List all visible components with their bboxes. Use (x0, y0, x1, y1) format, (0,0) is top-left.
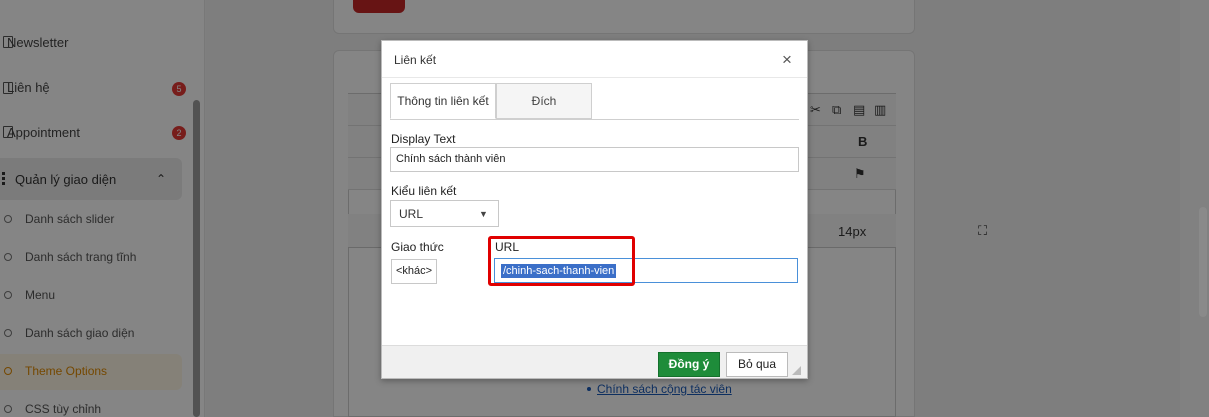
tabs-divider (390, 119, 799, 120)
tab-link-info[interactable]: Thông tin liên kết (390, 83, 496, 119)
link-type-value: URL (399, 207, 424, 221)
protocol-label: Giao thức (391, 240, 444, 254)
chevron-down-icon: ▼ (479, 209, 488, 219)
link-type-select[interactable]: URL ▼ (390, 200, 499, 227)
protocol-select[interactable]: <khác> (391, 259, 437, 284)
page-scrollbar[interactable] (1199, 207, 1207, 317)
tab-target[interactable]: Đích (496, 83, 592, 119)
display-text-field[interactable]: Chính sách thành viên (390, 147, 799, 172)
link-dialog: Liên kết × Thông tin liên kết Đích Displ… (381, 40, 808, 379)
highlight-box (488, 236, 635, 286)
close-icon[interactable]: × (782, 50, 792, 70)
resize-handle-icon[interactable] (792, 366, 801, 375)
dialog-footer: Đồng ý Bỏ qua (382, 345, 807, 378)
cancel-button[interactable]: Bỏ qua (726, 352, 788, 377)
link-type-label: Kiểu liên kết (391, 184, 457, 198)
dialog-header-divider (382, 77, 807, 78)
display-text-label: Display Text (391, 132, 456, 146)
ok-button[interactable]: Đồng ý (658, 352, 720, 377)
dialog-title: Liên kết (394, 53, 437, 67)
